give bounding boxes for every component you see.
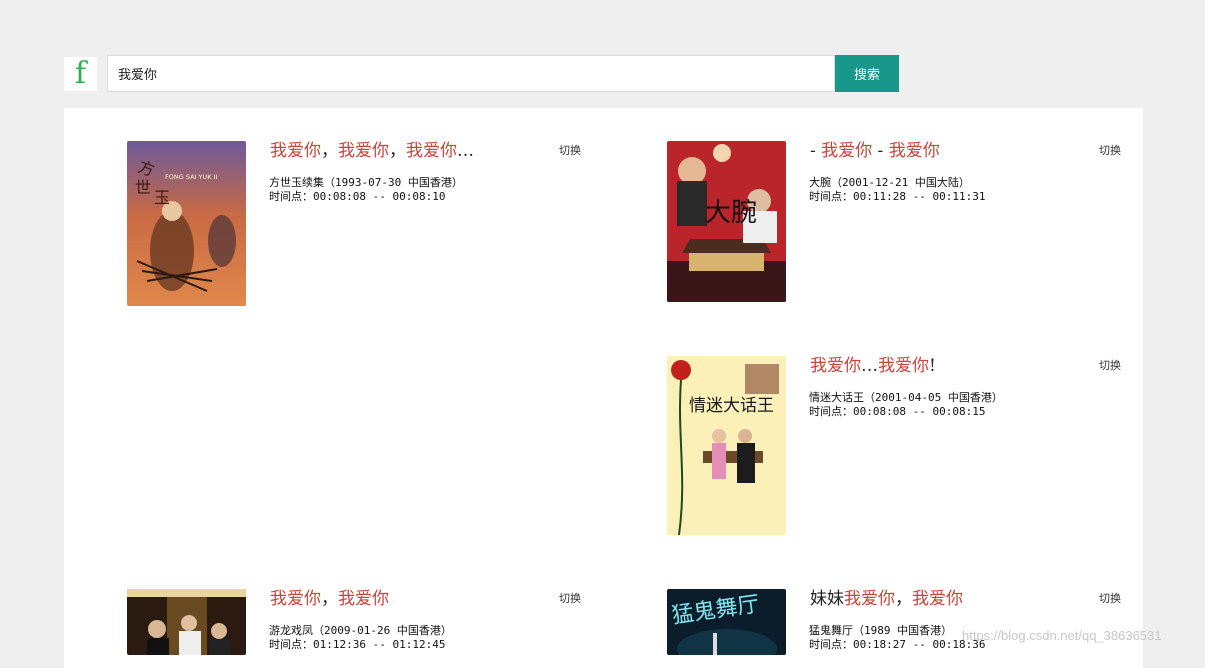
switch-link[interactable]: 切换 bbox=[559, 590, 581, 606]
movie-poster[interactable] bbox=[127, 589, 246, 655]
line-part: 我爱你 bbox=[878, 356, 929, 376]
switch-link[interactable]: 切换 bbox=[1099, 590, 1121, 606]
line-part: ， bbox=[321, 141, 338, 161]
poster-title-text: 情迷大话王 bbox=[689, 396, 774, 416]
app-logo[interactable]: f bbox=[64, 57, 97, 91]
line-part: 我爱你 bbox=[270, 141, 321, 161]
time-range: 时间点：00:11:28 -- 00:11:31 bbox=[809, 190, 986, 203]
time-range: 时间点：00:08:08 -- 00:08:15 bbox=[809, 405, 986, 418]
poster-title-text: FONG SAI YUK II bbox=[165, 173, 217, 181]
switch-link[interactable]: 切换 bbox=[1099, 142, 1121, 158]
line-part: 我爱你 bbox=[810, 356, 861, 376]
watermark: https://blog.csdn.net/qq_38636531 bbox=[962, 628, 1162, 643]
movie-poster[interactable]: 方 世 玉 FONG SAI YUK II bbox=[127, 141, 246, 306]
line-part: 我爱你 bbox=[821, 141, 873, 161]
search-button[interactable]: 搜索 bbox=[835, 55, 899, 92]
line-part: … bbox=[457, 141, 474, 161]
movie-poster[interactable]: 猛鬼舞厅 bbox=[667, 589, 786, 655]
line-part: 我爱你 bbox=[270, 589, 321, 609]
movie-info: 游龙戏凤（2009-01-26 中国香港） bbox=[269, 624, 452, 637]
time-range: 时间点：01:12:36 -- 01:12:45 bbox=[269, 638, 446, 651]
results-panel: 方 世 玉 FONG SAI YUK II 我爱你，我爱你，我爱你… 切换 方世… bbox=[64, 108, 1143, 668]
result-card: 我爱你，我爱你 切换 游龙戏凤（2009-01-26 中国香港） 时间点：01:… bbox=[127, 589, 597, 659]
result-card: 猛鬼舞厅 妹妹我爱你，我爱你 切换 猛鬼舞厅（1989 中国香港） 时间点：00… bbox=[667, 589, 1137, 659]
movie-info: 方世玉续集（1993-07-30 中国香港） bbox=[269, 176, 463, 189]
line-part: - bbox=[810, 141, 822, 161]
line-part: - bbox=[872, 141, 889, 161]
time-range: 时间点：00:18:27 -- 00:18:36 bbox=[809, 638, 986, 651]
line-part: ! bbox=[929, 356, 936, 376]
svg-text:世: 世 bbox=[135, 178, 151, 197]
svg-text:玉: 玉 bbox=[154, 188, 170, 207]
line-part: ， bbox=[895, 589, 912, 609]
logo-letter: f bbox=[74, 56, 87, 91]
subtitle-line: 妹妹我爱你，我爱你 bbox=[810, 589, 1090, 609]
switch-link[interactable]: 切换 bbox=[1099, 357, 1121, 373]
line-part: 我爱你 bbox=[338, 589, 389, 609]
result-card: 大腕 - 我爱你 - 我爱你 切换 大腕（2001-12-21 中国大陆） 时间… bbox=[667, 141, 1137, 311]
movie-poster[interactable]: 大腕 bbox=[667, 141, 786, 302]
movie-info: 情迷大话王（2001-04-05 中国香港） bbox=[809, 391, 1003, 404]
subtitle-line: 我爱你，我爱你 bbox=[270, 589, 550, 609]
switch-link[interactable]: 切换 bbox=[559, 142, 581, 158]
movie-info: 大腕（2001-12-21 中国大陆） bbox=[809, 176, 970, 189]
movie-meta: 情迷大话王（2001-04-05 中国香港） 时间点：00:08:08 -- 0… bbox=[809, 391, 1003, 419]
result-card: 情迷大话王 我爱你…我爱你! 切换 情迷大话王（2001-04-05 中国香港）… bbox=[667, 356, 1137, 536]
line-part: 我爱你 bbox=[912, 589, 963, 609]
line-part: 我爱你 bbox=[888, 141, 940, 161]
subtitle-line: - 我爱你 - 我爱你 bbox=[810, 141, 1090, 161]
movie-meta: 猛鬼舞厅（1989 中国香港） 时间点：00:18:27 -- 00:18:36 bbox=[809, 624, 985, 652]
movie-meta: 大腕（2001-12-21 中国大陆） 时间点：00:11:28 -- 00:1… bbox=[809, 176, 985, 204]
subtitle-line: 我爱你，我爱你，我爱你… bbox=[270, 141, 550, 161]
line-part: ， bbox=[389, 141, 406, 161]
line-part: ， bbox=[321, 589, 338, 609]
poster-title-text: 大腕 bbox=[705, 198, 757, 228]
line-part: 我爱你 bbox=[338, 141, 389, 161]
result-card: 方 世 玉 FONG SAI YUK II 我爱你，我爱你，我爱你… 切换 方世… bbox=[127, 141, 597, 311]
movie-poster[interactable]: 情迷大话王 bbox=[667, 356, 786, 535]
subtitle-line: 我爱你…我爱你! bbox=[810, 356, 1090, 376]
time-range: 时间点：00:08:08 -- 00:08:10 bbox=[269, 190, 446, 203]
line-part: 我爱你 bbox=[844, 589, 895, 609]
movie-meta: 方世玉续集（1993-07-30 中国香港） 时间点：00:08:08 -- 0… bbox=[269, 176, 463, 204]
search-input[interactable] bbox=[107, 55, 835, 92]
line-part: 妹妹 bbox=[810, 589, 844, 609]
line-part: 我爱你 bbox=[406, 141, 457, 161]
line-part: … bbox=[861, 356, 878, 376]
movie-meta: 游龙戏凤（2009-01-26 中国香港） 时间点：01:12:36 -- 01… bbox=[269, 624, 452, 652]
movie-info: 猛鬼舞厅（1989 中国香港） bbox=[809, 624, 953, 637]
